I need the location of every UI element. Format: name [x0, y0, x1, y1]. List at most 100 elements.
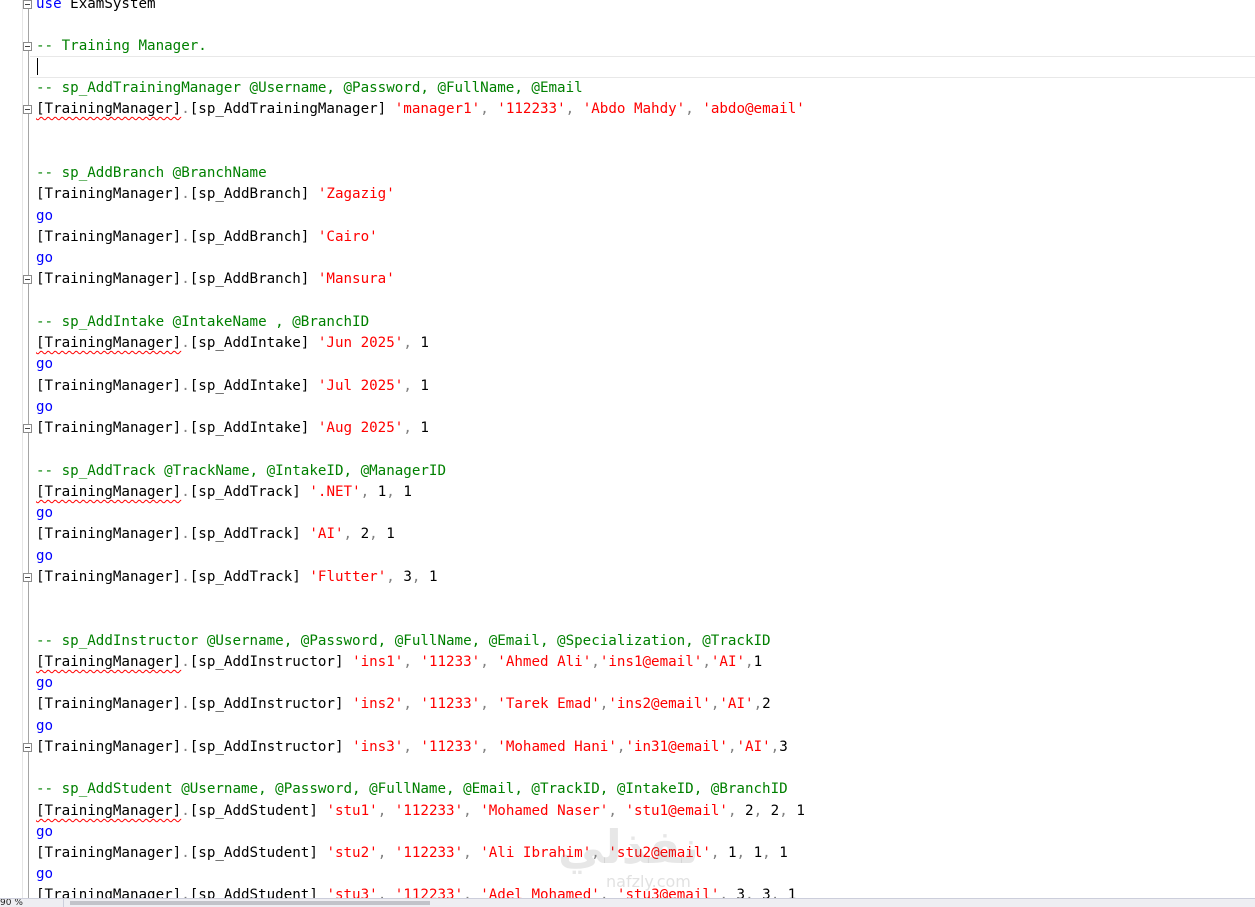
- punctuation-token: ,: [736, 845, 754, 861]
- punctuation-token: .: [181, 229, 190, 245]
- code-token: [TrainingManager]: [36, 569, 182, 585]
- code-line[interactable]: go: [36, 397, 53, 418]
- code-line[interactable]: [TrainingManager].[sp_AddTrack] 'Flutter…: [36, 567, 438, 588]
- code-token: [sp_AddBranch]: [189, 186, 318, 202]
- collapse-region-icon[interactable]: [23, 424, 32, 433]
- string-literal-token: 'Adel Mohamed': [480, 887, 600, 898]
- punctuation-token: ,: [403, 739, 421, 755]
- collapse-region-icon[interactable]: [23, 42, 32, 51]
- code-token: [TrainingManager]: [36, 803, 182, 819]
- code-line[interactable]: use ExamSystem: [36, 0, 156, 15]
- string-literal-token: 'AI': [309, 526, 344, 542]
- code-token: 1: [420, 378, 429, 394]
- code-line[interactable]: go: [36, 503, 53, 524]
- code-line[interactable]: [TrainingManager].[sp_AddInstructor] 'in…: [36, 652, 762, 673]
- code-line[interactable]: -- sp_AddStudent @Username, @Password, @…: [36, 779, 788, 800]
- string-literal-token: 'AI': [736, 739, 771, 755]
- string-literal-token: '112233': [497, 101, 566, 117]
- string-literal-token: 'Flutter': [309, 569, 387, 585]
- code-line[interactable]: go: [36, 822, 53, 843]
- collapse-region-icon[interactable]: [23, 275, 32, 284]
- punctuation-token: ,: [565, 101, 583, 117]
- string-literal-token: 'ins3': [352, 739, 404, 755]
- punctuation-token: ,: [685, 101, 703, 117]
- comment-token: -- Training Manager.: [36, 38, 207, 54]
- code-line[interactable]: -- sp_AddTrack @TrackName, @IntakeID, @M…: [36, 461, 446, 482]
- code-line[interactable]: go: [36, 673, 53, 694]
- sql-query-editor[interactable]: use ExamSystem -- Training Manager. -- sp_…: [0, 0, 1255, 898]
- code-line[interactable]: -- sp_AddInstructor @Username, @Password…: [36, 631, 771, 652]
- code-line[interactable]: go: [36, 354, 53, 375]
- punctuation-token: ,: [745, 887, 763, 898]
- code-token: 1: [403, 484, 412, 500]
- punctuation-token: .: [181, 186, 190, 202]
- punctuation-token: .: [181, 335, 190, 351]
- collapse-region-icon[interactable]: [23, 0, 32, 9]
- code-token: [sp_AddInstructor]: [189, 739, 353, 755]
- code-token: [sp_AddBranch]: [189, 271, 318, 287]
- code-token: [sp_AddBranch]: [189, 229, 318, 245]
- code-token: 3: [736, 887, 746, 898]
- code-line[interactable]: [TrainingManager].[sp_AddTrainingManager…: [36, 99, 805, 120]
- keyword-token: go: [36, 548, 54, 564]
- code-token: 1: [727, 845, 737, 861]
- code-line[interactable]: [TrainingManager].[sp_AddBranch] 'Zagazi…: [36, 184, 395, 205]
- code-line[interactable]: -- Training Manager.: [36, 36, 207, 57]
- code-line[interactable]: -- sp_AddTrainingManager @Username, @Pas…: [36, 78, 583, 99]
- code-line[interactable]: [TrainingManager].[sp_AddBranch] 'Mansur…: [36, 269, 395, 290]
- code-line[interactable]: -- sp_AddIntake @IntakeName , @BranchID: [36, 312, 369, 333]
- code-line[interactable]: [TrainingManager].[sp_AddStudent] 'stu3'…: [36, 885, 796, 898]
- code-line[interactable]: go: [36, 248, 53, 269]
- string-literal-token: 'ins2': [352, 696, 404, 712]
- code-token: 1: [420, 335, 429, 351]
- code-token: 1: [779, 845, 788, 861]
- code-token: [sp_AddIntake]: [189, 420, 318, 436]
- code-line[interactable]: go: [36, 206, 53, 227]
- code-line[interactable]: go: [36, 716, 53, 737]
- code-line[interactable]: go: [36, 864, 53, 885]
- punctuation-token: ,: [770, 887, 788, 898]
- punctuation-token: ,: [480, 739, 498, 755]
- code-token: 2: [762, 696, 771, 712]
- punctuation-token: ,: [753, 803, 771, 819]
- code-line[interactable]: [TrainingManager].[sp_AddStudent] 'stu1'…: [36, 801, 805, 822]
- comment-token: -- sp_AddTrack @TrackName, @IntakeID, @M…: [36, 463, 446, 479]
- code-line[interactable]: [TrainingManager].[sp_AddIntake] 'Jul 20…: [36, 376, 429, 397]
- code-token: [TrainingManager]: [36, 845, 182, 861]
- current-line-highlight: [30, 56, 1255, 78]
- punctuation-token: ,: [403, 654, 421, 670]
- code-token: [sp_AddStudent]: [189, 803, 327, 819]
- collapse-region-icon[interactable]: [23, 105, 32, 114]
- code-line[interactable]: [TrainingManager].[sp_AddInstructor] 'in…: [36, 694, 771, 715]
- code-line[interactable]: [TrainingManager].[sp_AddInstructor] 'in…: [36, 737, 788, 758]
- code-token: [sp_AddTrack]: [189, 526, 310, 542]
- code-token: 1: [386, 526, 395, 542]
- string-literal-token: '11233': [420, 654, 481, 670]
- punctuation-token: ,: [719, 887, 737, 898]
- code-line[interactable]: [TrainingManager].[sp_AddIntake] 'Aug 20…: [36, 418, 429, 439]
- code-token: [sp_AddIntake]: [189, 335, 318, 351]
- code-token: 1: [787, 887, 797, 898]
- code-line[interactable]: go: [36, 546, 53, 567]
- code-token: [sp_AddTrack]: [189, 569, 310, 585]
- comment-token: -- sp_AddBranch @BranchName: [36, 165, 267, 181]
- code-line[interactable]: [TrainingManager].[sp_AddStudent] 'stu2'…: [36, 843, 788, 864]
- collapse-region-icon[interactable]: [23, 573, 32, 582]
- collapse-region-icon[interactable]: [23, 743, 32, 752]
- code-line[interactable]: [TrainingManager].[sp_AddTrack] 'AI', 2,…: [36, 524, 395, 545]
- string-literal-token: 'in31@email': [625, 739, 728, 755]
- punctuation-token: ,: [403, 335, 421, 351]
- code-token: [TrainingManager]: [36, 229, 182, 245]
- string-literal-token: 'Aug 2025': [317, 420, 404, 436]
- code-line[interactable]: [TrainingManager].[sp_AddBranch] 'Cairo': [36, 227, 378, 248]
- code-token: 1: [377, 484, 387, 500]
- text-caret: [37, 58, 38, 75]
- horizontal-scrollbar-thumb[interactable]: [70, 901, 430, 905]
- code-line[interactable]: -- sp_AddBranch @BranchName: [36, 163, 267, 184]
- code-token: [TrainingManager]: [36, 420, 182, 436]
- code-line[interactable]: [TrainingManager].[sp_AddTrack] '.NET', …: [36, 482, 412, 503]
- code-line[interactable]: [TrainingManager].[sp_AddIntake] 'Jun 20…: [36, 333, 429, 354]
- string-literal-token: 'Mohamed Naser': [480, 803, 609, 819]
- punctuation-token: .: [181, 526, 190, 542]
- keyword-token: go: [36, 718, 54, 734]
